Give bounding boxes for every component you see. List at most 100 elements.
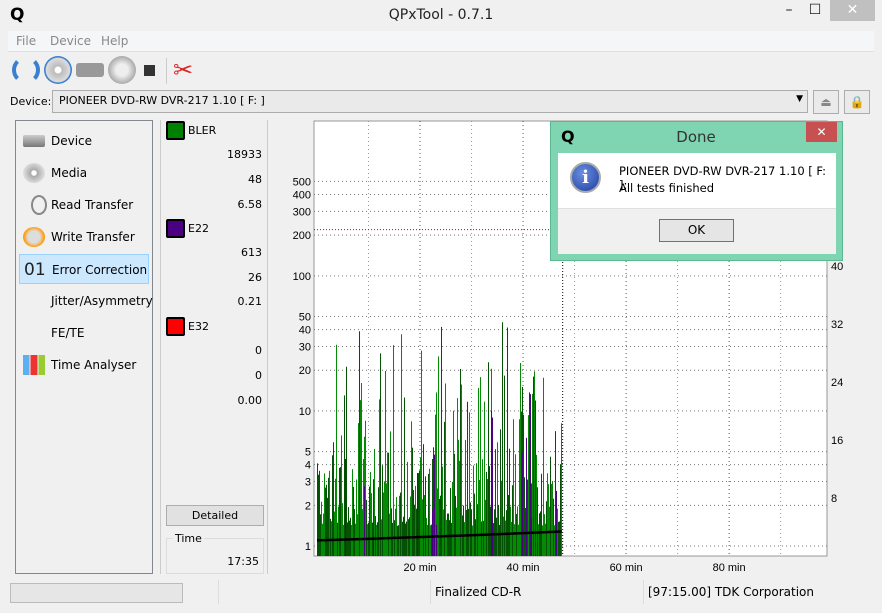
dialog-title: Done: [676, 128, 716, 146]
lock-icon: 🔒: [849, 95, 865, 109]
bars-icon: [23, 355, 45, 375]
minimize-button[interactable]: –: [776, 0, 802, 21]
y-tick-label: 300: [293, 206, 311, 218]
y-tick-label: 50: [299, 311, 311, 323]
sidebar-item-device[interactable]: Device: [19, 126, 149, 156]
y-tick-label: 30: [299, 341, 311, 353]
menu-help[interactable]: Help: [101, 34, 128, 48]
y-tick-label: 400: [293, 189, 311, 201]
device-value: PIONEER DVD-RW DVR-217 1.10 [ F: ]: [59, 94, 265, 107]
fire-stopwatch-icon: [23, 227, 45, 247]
y2-tick-label: 40: [831, 261, 843, 273]
time-group: Time 17:35: [166, 532, 264, 574]
sidebar-item-fete[interactable]: FE/TE: [19, 318, 149, 348]
refresh-icon[interactable]: [12, 56, 40, 84]
device-row: Device: PIONEER DVD-RW DVR-217 1.10 [ F:…: [8, 90, 874, 114]
y-tick-label: 100: [293, 271, 311, 283]
disc-icon: [23, 163, 45, 183]
x-tick-label: 20 min: [404, 562, 437, 574]
sidebar: Device Media Read Transfer Write Transfe…: [15, 120, 153, 574]
media-refresh-icon[interactable]: [44, 56, 72, 84]
y-tick-label: 1: [305, 541, 311, 553]
device-label: Device:: [10, 95, 52, 108]
e22-avg: 0.21: [237, 295, 263, 308]
dialog-footer: OK: [558, 208, 836, 254]
y2-tick-label: 32: [831, 319, 843, 331]
info-icon: i: [570, 162, 601, 193]
time-label: Time: [173, 532, 204, 545]
y-tick-label: 500: [293, 176, 311, 188]
toolbar: ✂: [8, 54, 874, 87]
y-tick-label: 10: [299, 406, 311, 418]
y-tick-label: 5: [305, 447, 311, 459]
device-icon[interactable]: [76, 63, 104, 77]
y2-tick-label: 8: [831, 493, 837, 505]
y-tick-label: 2: [305, 500, 311, 512]
divider: [430, 580, 431, 604]
y2-tick-label: 24: [831, 377, 843, 389]
settings-icon[interactable]: ✂: [173, 56, 201, 84]
media-type: Finalized CD-R: [435, 585, 522, 599]
binary-01-icon: 01: [24, 260, 46, 280]
divider: [643, 580, 644, 604]
e32-max: 0: [255, 369, 262, 382]
eject-icon: ⏏: [820, 95, 832, 109]
bler-total: 18933: [227, 148, 262, 161]
bler-max: 48: [248, 173, 262, 186]
dialog-close-button[interactable]: ✕: [806, 122, 837, 142]
stopwatch-icon: [31, 195, 47, 215]
done-dialog: Q Done ✕ i PIONEER DVD-RW DVR-217 1.10 […: [550, 121, 843, 261]
close-button[interactable]: ✕: [830, 0, 875, 21]
dialog-message: All tests finished: [619, 181, 715, 195]
bler-label: BLER: [188, 124, 217, 137]
time-value: 17:35: [227, 555, 259, 568]
y-tick-label: 200: [293, 230, 311, 242]
status-bar: Finalized CD-R [97:15.00] TDK Corporatio…: [8, 580, 874, 606]
stop-icon[interactable]: [144, 65, 155, 76]
divider: [218, 580, 219, 604]
lock-button[interactable]: 🔒: [844, 90, 870, 114]
bler-color-swatch: [166, 121, 185, 140]
y-tick-label: 3: [305, 477, 311, 489]
menu-device[interactable]: Device: [50, 34, 91, 48]
e22-color-swatch: [166, 219, 185, 238]
sidebar-item-time-analyser[interactable]: Time Analyser: [19, 350, 149, 380]
chevron-down-icon: ▼: [796, 94, 803, 104]
eject-button[interactable]: ⏏: [813, 90, 839, 114]
sidebar-item-write-transfer[interactable]: Write Transfer: [19, 222, 149, 252]
e32-color-swatch: [166, 317, 185, 336]
e32-label: E32: [188, 320, 209, 333]
sidebar-item-read-transfer[interactable]: Read Transfer: [19, 190, 149, 220]
drive-icon: [23, 135, 45, 147]
e22-max: 26: [248, 271, 262, 284]
dialog-body: i PIONEER DVD-RW DVR-217 1.10 [ F: ]: Al…: [558, 153, 836, 208]
maximize-button[interactable]: ☐: [802, 0, 828, 21]
sidebar-item-jitter[interactable]: Jitter/Asymmetry: [19, 286, 153, 316]
y2-tick-label: 16: [831, 435, 843, 447]
toolbar-separator: [166, 58, 167, 84]
y-tick-label: 40: [299, 325, 311, 337]
y-tick-label: 20: [299, 365, 311, 377]
scan-icon[interactable]: [108, 56, 136, 84]
ok-button[interactable]: OK: [659, 219, 734, 242]
e32-total: 0: [255, 344, 262, 357]
detailed-button[interactable]: Detailed: [166, 505, 264, 526]
device-select[interactable]: PIONEER DVD-RW DVR-217 1.10 [ F: ] ▼: [52, 90, 808, 113]
sidebar-item-error-correction[interactable]: 01 Error Correction: [19, 254, 149, 284]
x-tick-label: 40 min: [507, 562, 540, 574]
e32-avg: 0.00: [237, 394, 263, 407]
e22-label: E22: [188, 222, 209, 235]
progress-bar: [10, 583, 183, 603]
x-tick-label: 80 min: [713, 562, 746, 574]
sidebar-item-media[interactable]: Media: [19, 158, 149, 188]
stats-panel: BLER 18933 48 6.58 E22 613 26 0.21 E32 0…: [160, 120, 268, 574]
bler-avg: 6.58: [237, 198, 263, 211]
y-tick-label: 4: [305, 460, 311, 472]
media-manufacturer: [97:15.00] TDK Corporation: [648, 585, 814, 599]
window-title: QPxTool - 0.7.1: [388, 7, 494, 23]
menu-bar: File Device Help: [8, 31, 874, 52]
e22-total: 613: [241, 246, 262, 259]
menu-file[interactable]: File: [16, 34, 36, 48]
x-tick-label: 60 min: [610, 562, 643, 574]
title-bar: Q QPxTool - 0.7.1 – ☐ ✕: [0, 0, 882, 30]
